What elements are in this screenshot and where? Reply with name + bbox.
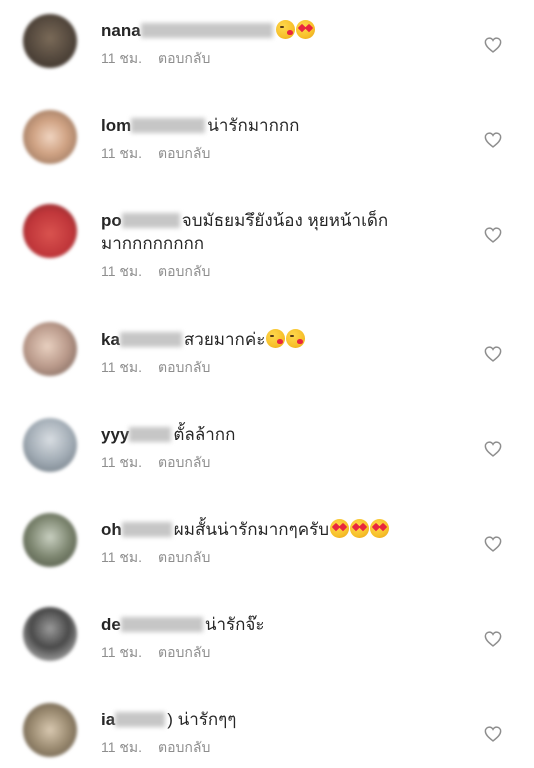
- reply-button[interactable]: ตอบกลับ: [158, 549, 210, 565]
- like-heart-icon[interactable]: [484, 441, 502, 457]
- comment-text-continued: มากกกกกกกก: [101, 234, 205, 253]
- avatar[interactable]: [23, 110, 77, 164]
- heart-eyes-emoji-icon: [370, 519, 390, 538]
- redacted-username: [121, 522, 172, 537]
- redacted-username: [119, 332, 182, 347]
- comment-text: น่ารักจ๊ะ: [204, 615, 265, 634]
- comment-time: 11 ชม.: [101, 549, 143, 565]
- kiss-emoji-icon: [286, 329, 306, 348]
- redacted-username: [121, 213, 180, 228]
- avatar[interactable]: [23, 703, 77, 757]
- comment-username[interactable]: ia: [101, 710, 115, 729]
- comment-time: 11 ชม.: [101, 739, 143, 755]
- like-heart-icon[interactable]: [484, 726, 502, 742]
- redacted-username: [115, 712, 166, 727]
- reply-button[interactable]: ตอบกลับ: [158, 739, 210, 755]
- comment-text: ) น่ารักๆๆ: [167, 710, 237, 729]
- comment-text: สวยมากค่ะ: [183, 330, 266, 349]
- avatar[interactable]: [23, 322, 77, 376]
- comment-time: 11 ชม.: [101, 644, 143, 660]
- reply-button[interactable]: ตอบกลับ: [158, 644, 210, 660]
- comment-username[interactable]: po: [101, 211, 122, 230]
- redacted-username: [120, 617, 203, 632]
- heart-eyes-emoji-icon: [295, 20, 315, 39]
- kiss-emoji-icon: [266, 329, 286, 348]
- comment-username[interactable]: yyy: [101, 425, 129, 444]
- heart-eyes-emoji-icon: [330, 519, 350, 538]
- reply-button[interactable]: ตอบกลับ: [158, 50, 210, 66]
- like-heart-icon[interactable]: [484, 132, 502, 148]
- comment-username[interactable]: de: [101, 615, 121, 634]
- like-heart-icon[interactable]: [484, 346, 502, 362]
- like-heart-icon[interactable]: [484, 536, 502, 552]
- avatar[interactable]: [23, 14, 77, 68]
- comment-time: 11 ชม.: [101, 50, 143, 66]
- comment-text: จบมัธยมรึยังน้อง หุยหน้าเด็ก: [181, 211, 389, 230]
- comment-time: 11 ชม.: [101, 263, 143, 279]
- like-heart-icon[interactable]: [484, 37, 502, 53]
- comment-username[interactable]: ka: [101, 330, 120, 349]
- reply-button[interactable]: ตอบกลับ: [158, 454, 210, 470]
- comment-username[interactable]: oh: [101, 520, 122, 539]
- comment-text: น่ารักมากกก: [207, 116, 300, 135]
- redacted-username: [140, 23, 273, 38]
- kiss-emoji-icon: [275, 20, 295, 39]
- reply-button[interactable]: ตอบกลับ: [158, 359, 210, 375]
- comment-time: 11 ชม.: [101, 454, 143, 470]
- like-heart-icon[interactable]: [484, 631, 502, 647]
- comment-text: ตั้ลล้ากก: [173, 425, 236, 444]
- comment-text: ผมสั้นน่ารักมากๆครับ: [173, 520, 330, 539]
- like-heart-icon[interactable]: [484, 227, 502, 243]
- redacted-username: [129, 427, 172, 442]
- avatar[interactable]: [23, 513, 77, 567]
- avatar[interactable]: [23, 607, 77, 661]
- comment-username[interactable]: lom: [101, 116, 131, 135]
- comment-username[interactable]: nana: [101, 21, 141, 40]
- comment-time: 11 ชม.: [101, 145, 143, 161]
- reply-button[interactable]: ตอบกลับ: [158, 145, 210, 161]
- reply-button[interactable]: ตอบกลับ: [158, 263, 210, 279]
- redacted-username: [131, 118, 206, 133]
- avatar[interactable]: [23, 418, 77, 472]
- avatar[interactable]: [23, 204, 77, 258]
- comment-time: 11 ชม.: [101, 359, 143, 375]
- heart-eyes-emoji-icon: [350, 519, 370, 538]
